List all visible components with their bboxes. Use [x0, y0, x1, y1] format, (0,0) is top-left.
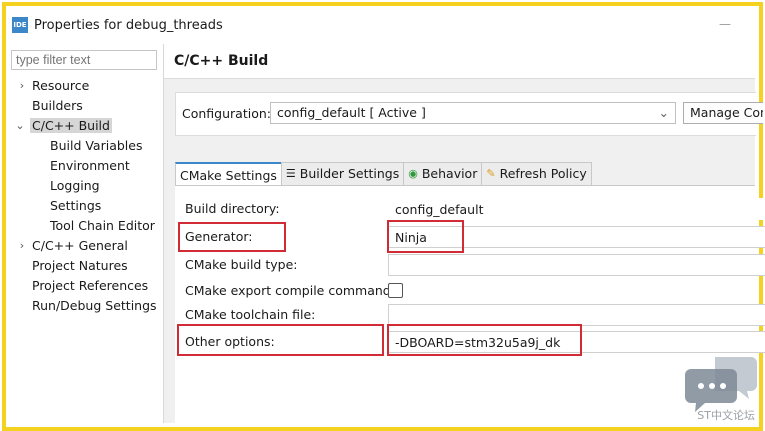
configuration-select[interactable]: config_default [ Active ] ⌄	[270, 102, 676, 124]
tree-item-builders[interactable]: Builders	[6, 96, 163, 116]
title-bar: IDE Properties for debug_threads —	[6, 6, 755, 44]
tree-item-cpp-general[interactable]: › C/C++ General	[6, 236, 163, 256]
tree-item-cpp-build[interactable]: ⌄ C/C++ Build	[6, 116, 163, 136]
tab-refresh-policy[interactable]: ✎ Refresh Policy	[481, 162, 592, 185]
expand-arrow-icon[interactable]: ›	[16, 76, 28, 96]
watermark-text: ST中文论坛	[697, 409, 755, 422]
minimize-icon[interactable]: —	[719, 17, 731, 31]
tab-behavior[interactable]: ◉ Behavior	[403, 162, 483, 185]
page-header: C/C++ Build	[164, 44, 755, 79]
tree-item-settings[interactable]: Settings	[6, 196, 163, 216]
expand-arrow-icon[interactable]: ›	[16, 236, 28, 256]
export-compile-commands-label: CMake export compile commands:	[185, 283, 402, 298]
configuration-value: config_default [ Active ]	[277, 105, 426, 120]
toolchain-file-row: CMake toolchain file:	[175, 302, 765, 328]
page-title: C/C++ Build	[174, 53, 269, 69]
other-options-field[interactable]: -DBOARD=stm32u5a9j_dk	[388, 331, 765, 353]
other-options-label: Other options:	[185, 334, 275, 349]
window-title: Properties for debug_threads	[34, 17, 223, 33]
radio-gear-icon: ◉	[408, 167, 418, 180]
property-tree: › Resource Builders ⌄ C/C++ Build Build …	[6, 76, 163, 316]
other-options-row: Other options: -DBOARD=stm32u5a9j_dk	[175, 329, 765, 355]
build-directory-field[interactable]: config_default	[388, 198, 765, 220]
tree-item-project-references[interactable]: Project References	[6, 276, 163, 296]
build-directory-label: Build directory:	[185, 201, 280, 216]
ide-app-icon: IDE	[12, 17, 28, 33]
cmake-build-type-field[interactable]	[388, 254, 765, 276]
cmake-settings-panel: Build directory: config_default Generato…	[175, 185, 765, 424]
generator-label: Generator:	[185, 229, 253, 244]
cmake-build-type-label: CMake build type:	[185, 257, 298, 272]
tree-item-project-natures[interactable]: Project Natures	[6, 256, 163, 276]
tree-item-build-variables[interactable]: Build Variables	[6, 136, 163, 156]
chevron-down-icon: ⌄	[658, 105, 669, 120]
tree-item-resource[interactable]: › Resource	[6, 76, 163, 96]
refresh-policy-icon: ✎	[486, 167, 496, 180]
tab-builder-settings[interactable]: ☰ Builder Settings	[280, 162, 405, 185]
configuration-label: Configuration:	[182, 106, 271, 121]
toolchain-file-field[interactable]	[388, 304, 765, 326]
export-compile-commands-row: CMake export compile commands:	[175, 278, 755, 304]
tree-item-environment[interactable]: Environment	[6, 156, 163, 176]
configuration-row: Configuration: config_default [ Active ]…	[175, 92, 763, 136]
filter-input[interactable]	[11, 50, 157, 70]
tab-cmake-settings[interactable]: CMake Settings	[175, 162, 282, 187]
toolchain-file-label: CMake toolchain file:	[185, 307, 316, 322]
build-directory-row: Build directory: config_default	[175, 196, 765, 222]
sidebar: › Resource Builders ⌄ C/C++ Build Build …	[6, 44, 164, 423]
main-panel: C/C++ Build Configuration: config_defaul…	[164, 44, 765, 424]
tree-item-run-debug-settings[interactable]: Run/Debug Settings	[6, 296, 163, 316]
list-icon: ☰	[285, 167, 296, 180]
tree-item-tool-chain-editor[interactable]: Tool Chain Editor	[6, 216, 163, 236]
cmake-build-type-row: CMake build type:	[175, 252, 765, 278]
tree-item-logging[interactable]: Logging	[6, 176, 163, 196]
manage-configurations-button[interactable]: Manage Configurations...	[683, 102, 763, 124]
generator-field[interactable]: Ninja	[388, 226, 765, 248]
generator-row: Generator: Ninja	[175, 224, 765, 250]
settings-tabs: CMake Settings ☰ Builder Settings ◉ Beha…	[175, 162, 592, 187]
export-compile-commands-checkbox[interactable]	[388, 283, 403, 298]
collapse-arrow-icon[interactable]: ⌄	[14, 116, 26, 136]
